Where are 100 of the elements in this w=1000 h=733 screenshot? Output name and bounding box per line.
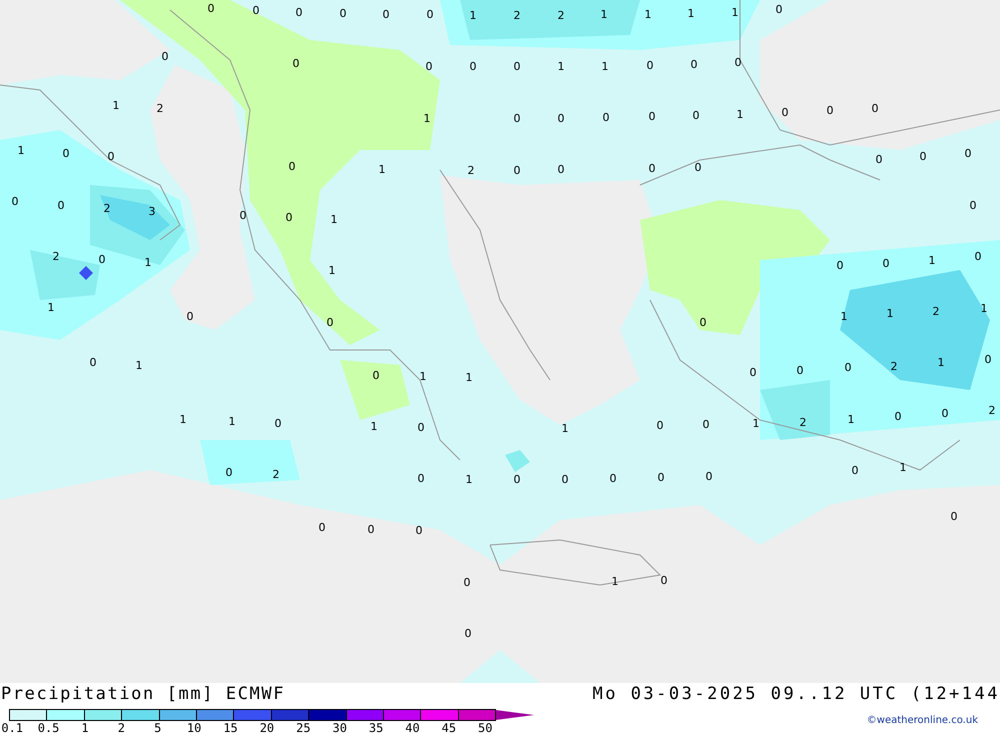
precipitation-value: 2 <box>468 164 474 177</box>
precipitation-value: 0 <box>876 153 882 166</box>
precipitation-value: 1 <box>980 302 988 315</box>
precipitation-value: 2 <box>890 360 898 373</box>
precipitation-value: 2 <box>988 404 996 417</box>
precipitation-value: 0 <box>750 366 756 379</box>
scale-label: 50 <box>477 721 494 733</box>
precipitation-value: 0 <box>974 250 982 263</box>
precipitation-value: 1 <box>424 112 430 125</box>
precipitation-value: 2 <box>932 305 940 318</box>
precipitation-value: 0 <box>186 310 194 323</box>
precipitation-value: 2 <box>514 9 520 22</box>
precipitation-value: 0 <box>274 417 282 430</box>
precipitation-value: 0 <box>514 473 520 486</box>
precipitation-value: 0 <box>90 356 96 369</box>
precipitation-value: 0 <box>296 6 302 19</box>
scale-label: 35 <box>368 721 384 733</box>
precipitation-value: 0 <box>658 471 664 484</box>
precipitation-value: 0 <box>836 259 844 272</box>
precipitation-value: 0 <box>872 102 878 115</box>
precipitation-value: 0 <box>920 150 926 163</box>
precipitation-value: 0 <box>690 58 698 71</box>
precipitation-value: 0 <box>12 195 18 208</box>
precipitation-value: 0 <box>292 57 300 70</box>
precipitation-value: 0 <box>894 410 902 423</box>
precipitation-value: 0 <box>970 199 976 212</box>
scale-label: 20 <box>258 721 276 733</box>
precipitation-value: 0 <box>700 316 706 329</box>
precipitation-value: 1 <box>600 8 608 21</box>
precipitation-value: 1 <box>112 99 120 112</box>
precipitation-value: 1 <box>328 264 336 277</box>
precipitation-value: 0 <box>660 574 668 587</box>
precipitation-value: 0 <box>464 627 472 640</box>
scale-label: 0.5 <box>36 721 60 733</box>
scale-label: 2 <box>116 721 126 733</box>
precipitation-value: 0 <box>464 576 470 589</box>
precipitation-value: 0 <box>562 473 568 486</box>
precipitation-value: 0 <box>942 407 948 420</box>
precipitation-value: 1 <box>466 473 472 486</box>
precipitation-value: 0 <box>58 199 64 212</box>
scale-arrow-icon <box>496 710 534 720</box>
precipitation-value: 0 <box>558 163 564 176</box>
scale-label: 1 <box>80 721 90 733</box>
chart-title: Precipitation [mm] ECMWF <box>1 683 286 705</box>
precipitation-value: 1 <box>470 9 476 22</box>
precipitation-value: 1 <box>612 575 618 588</box>
precipitation-value: 0 <box>558 112 564 125</box>
scale-label: 30 <box>331 721 348 733</box>
precipitation-value: 0 <box>648 110 656 123</box>
precipitation-value: 0 <box>782 106 788 119</box>
scale-label: 45 <box>440 721 458 733</box>
precipitation-value: 1 <box>752 417 760 430</box>
precipitation-value: 0 <box>326 316 334 329</box>
precipitation-value: 0 <box>470 60 476 73</box>
precipitation-value: 1 <box>938 356 944 369</box>
precipitation-value: 1 <box>330 213 338 226</box>
precipitation-value: 0 <box>340 7 346 20</box>
precipitation-value: 1 <box>900 461 906 474</box>
precipitation-value: 0 <box>418 472 424 485</box>
precipitation-value: 2 <box>800 416 806 429</box>
precipitation-value: 0 <box>796 364 804 377</box>
precipitation-value: 0 <box>226 466 232 479</box>
precipitation-value: 0 <box>318 521 326 534</box>
precipitation-value: 0 <box>382 8 390 21</box>
precipitation-value: 0 <box>610 472 616 485</box>
precipitation-value: 0 <box>694 161 702 174</box>
precipitation-value: 1 <box>144 256 152 269</box>
scale-label: 40 <box>404 721 421 733</box>
precipitation-value: 2 <box>104 202 110 215</box>
precipitation-value: 0 <box>776 3 782 16</box>
precipitation-value: 0 <box>418 421 424 434</box>
precipitation-value: 0 <box>852 464 858 477</box>
precipitation-value: 3 <box>148 205 156 218</box>
precipitation-value: 0 <box>286 211 292 224</box>
credit-link[interactable]: ©weatheronline.co.uk <box>866 714 978 728</box>
precipitation-value: 0 <box>240 209 246 222</box>
precipitation-value: 0 <box>98 253 106 266</box>
precipitation-value: 0 <box>162 50 168 63</box>
precipitation-value: 0 <box>656 419 664 432</box>
precipitation-value: 1 <box>562 422 568 435</box>
scale-label: 5 <box>153 721 162 733</box>
precipitation-value: 0 <box>372 369 380 382</box>
precipitation-value: 1 <box>928 254 936 267</box>
scale-label: 0.1 <box>0 721 24 733</box>
precipitation-value: 1 <box>18 144 24 157</box>
precipitation-value: 0 <box>208 2 214 15</box>
precipitation-value: 0 <box>844 361 852 374</box>
precipitation-value: 0 <box>648 162 656 175</box>
precipitation-value: 0 <box>514 112 520 125</box>
valid-time: Mo 03-03-2025 09..12 UTC (12+144 <box>592 683 1000 705</box>
precipitation-value: 0 <box>288 160 296 173</box>
precipitation-value: 2 <box>272 468 280 481</box>
precipitation-value: 1 <box>48 301 54 314</box>
precipitation-value: 1 <box>370 420 378 433</box>
scale-label: 25 <box>295 721 312 733</box>
precipitation-value: 0 <box>426 8 434 21</box>
precipitation-value: 1 <box>558 60 564 73</box>
precipitation-value: 0 <box>646 59 654 72</box>
precipitation-value: 1 <box>736 108 744 121</box>
precipitation-value: 1 <box>644 8 652 21</box>
